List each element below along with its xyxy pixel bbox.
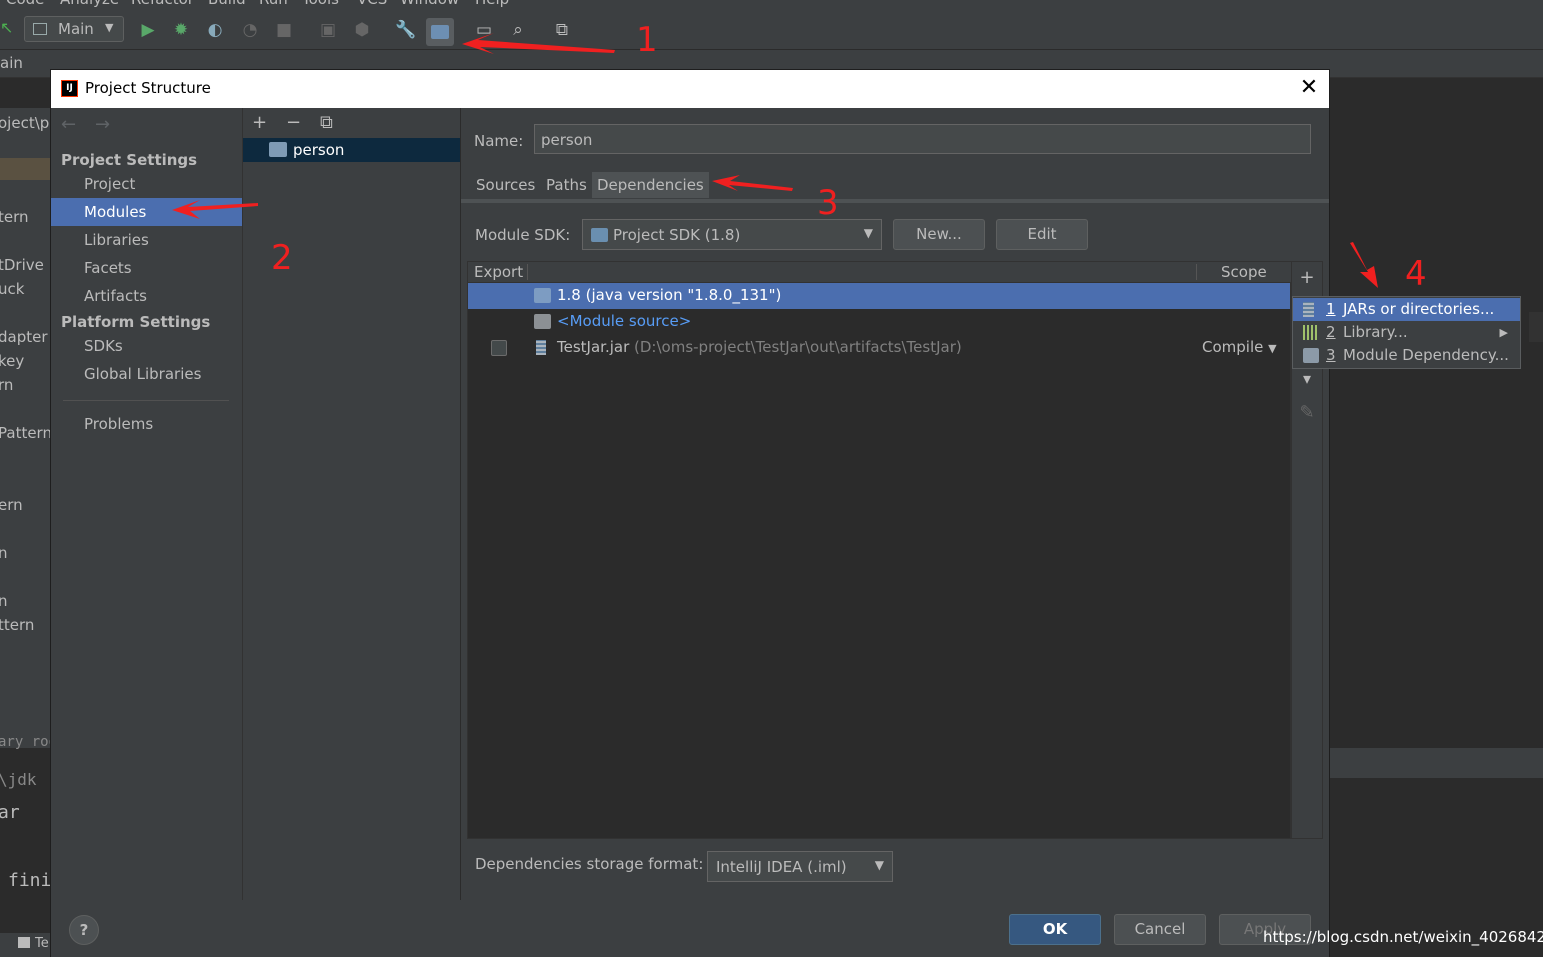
annotation-number-4: 4: [1405, 254, 1427, 294]
annotation-arrow-3: [712, 175, 793, 191]
annotation-number-2: 2: [271, 238, 293, 278]
annotation-overlay: [172, 33, 1378, 288]
annotation-number-3: 3: [817, 183, 839, 223]
annotation-arrow-4: [1350, 242, 1378, 288]
watermark: https://blog.csdn.net/weixin_40268421: [1263, 928, 1543, 946]
annotation-arrow-2: [172, 200, 258, 219]
annotation-arrow-1: [462, 33, 615, 54]
annotation-number-1: 1: [636, 20, 658, 60]
